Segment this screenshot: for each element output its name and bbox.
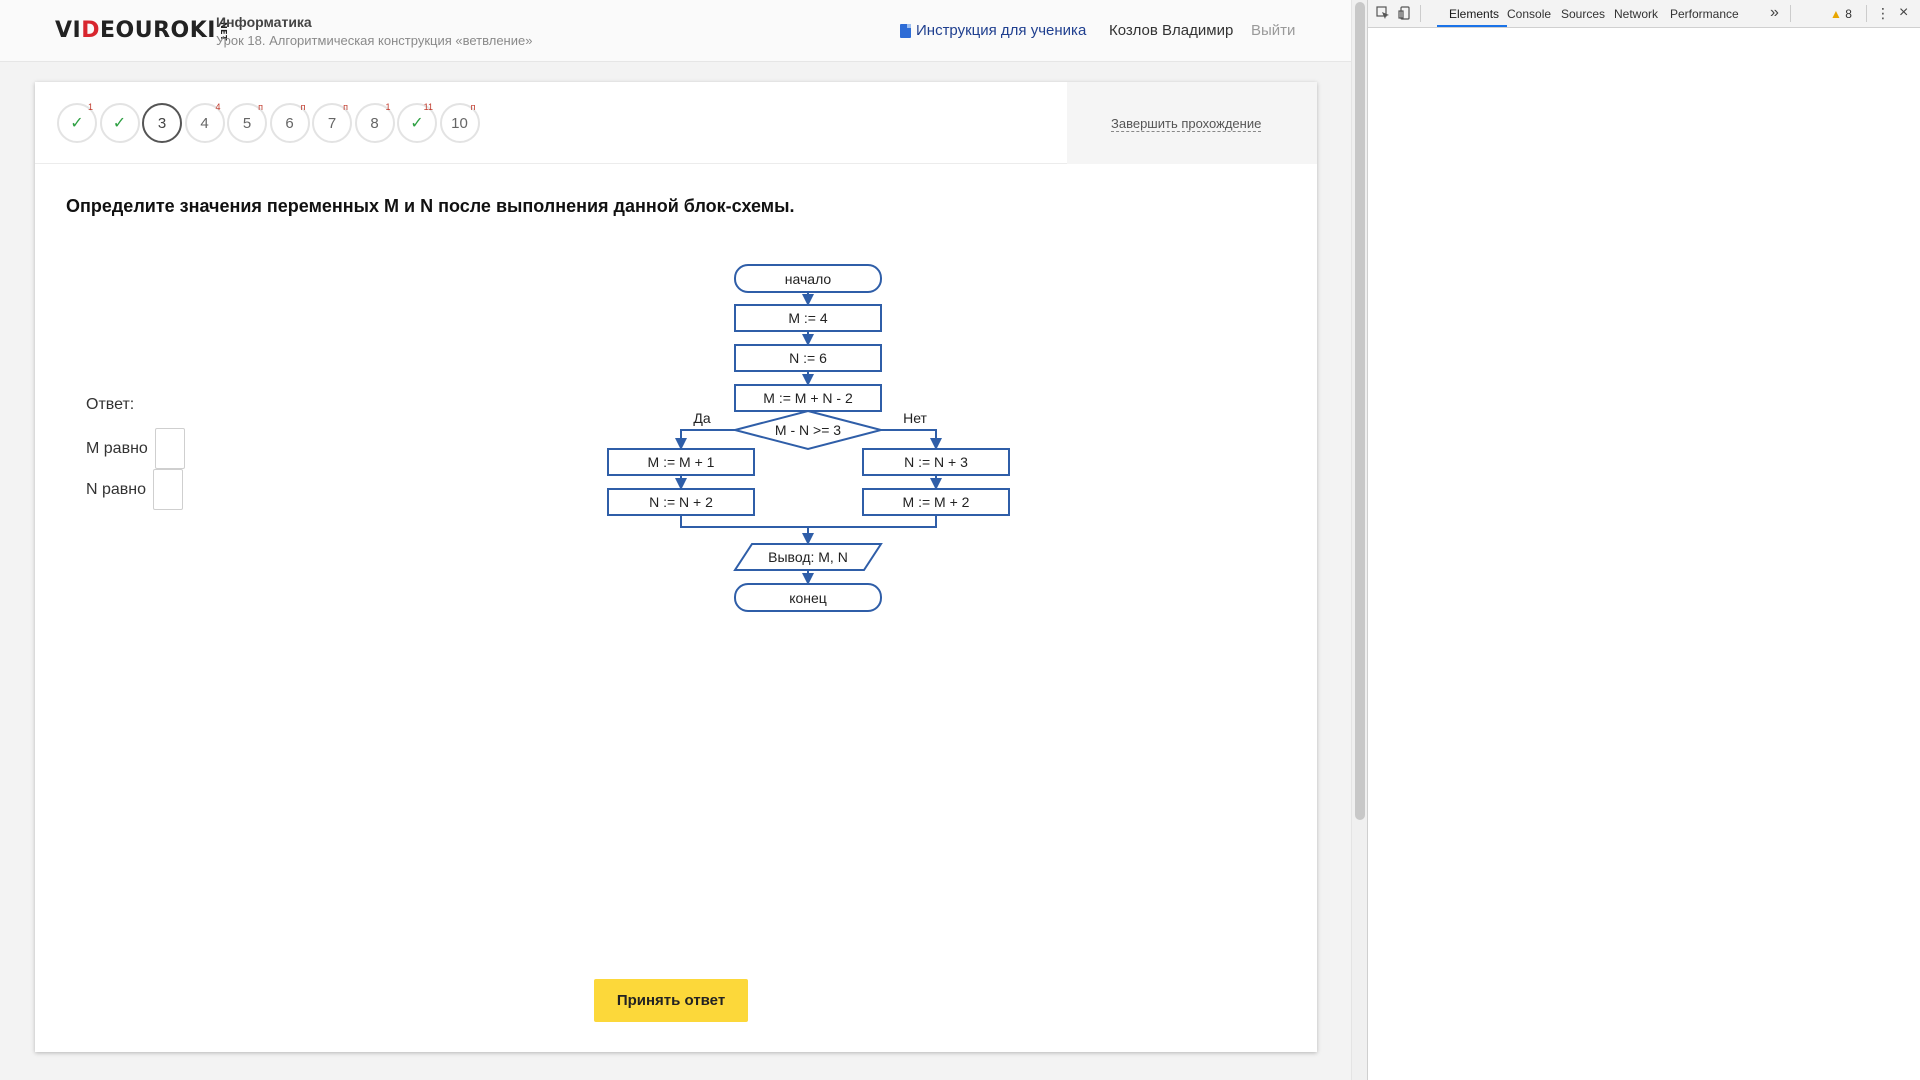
devtools-toolbar: Elements Console Sources Network Performance…: [1368, 0, 1920, 28]
toolbar-separator: [1790, 5, 1791, 22]
question-badge: п: [470, 102, 476, 112]
devtools-menu-icon[interactable]: ⋮: [1876, 5, 1890, 22]
question-nav-item[interactable]: ✓: [99, 103, 140, 143]
inspect-element-icon[interactable]: [1376, 6, 1390, 20]
course-subject: Информатика: [216, 14, 312, 30]
instructions-label: Инструкция для ученика: [916, 22, 1087, 39]
answer-label: Ответ:: [86, 396, 135, 413]
flow-no-label: Нет: [903, 410, 927, 426]
answer-m-row: М равно: [86, 428, 185, 469]
question-number: 10: [451, 114, 468, 132]
active-tab-indicator: [1437, 25, 1507, 27]
devtools-tab-elements[interactable]: Elements: [1449, 7, 1499, 21]
warnings-counter[interactable]: ▲ 8: [1830, 7, 1852, 21]
instructions-link[interactable]: Инструкция для ученика: [900, 22, 1086, 39]
flow-step2-text: N := 6: [789, 350, 827, 366]
warning-icon: ▲: [1830, 7, 1842, 21]
submit-answer-button[interactable]: Принять ответ: [594, 979, 748, 1022]
logo-text-1: VI: [55, 18, 82, 43]
document-icon: [900, 23, 911, 38]
flow-yes2-text: N := N + 2: [649, 494, 713, 510]
flow-step1-text: M := 4: [788, 310, 828, 326]
flow-start-text: начало: [785, 271, 832, 287]
question-number: 6: [285, 114, 294, 132]
question-badge: 11: [423, 102, 433, 112]
devtools-tab-performance[interactable]: Performance: [1670, 7, 1739, 21]
question-badge: 1: [87, 102, 93, 112]
question-badge: п: [343, 102, 348, 112]
scrollbar-thumb[interactable]: [1355, 2, 1365, 820]
flow-no1-text: N := N + 3: [904, 454, 968, 470]
more-tabs-icon[interactable]: »: [1770, 4, 1779, 22]
finish-test-link[interactable]: Завершить прохождение: [1111, 116, 1262, 132]
n-value-input[interactable]: [153, 469, 184, 510]
n-label: N равно: [86, 480, 147, 498]
page-scrollbar[interactable]: [1351, 0, 1367, 1080]
question-nav-item[interactable]: 3: [142, 103, 182, 143]
site-header: VIDEOUROKI NET Информатика Урок 18. Алгор…: [0, 0, 1351, 62]
devtools-tab-sources[interactable]: Sources: [1561, 7, 1605, 21]
question-number: 8: [370, 114, 379, 132]
question-navigator: ✓ 1 ✓ 3 4 4 5 п 6 п 7 п 8 1 ✓ 11 10 п Завершить прохожден…: [35, 82, 1317, 164]
user-name[interactable]: Козлов Владимир: [1109, 22, 1233, 39]
m-label: М равно: [86, 439, 148, 457]
flow-output-text: Вывод: M, N: [768, 549, 848, 565]
question-number: 4: [200, 114, 209, 132]
question-badge: 1: [385, 102, 391, 112]
devtools-tab-console[interactable]: Console: [1507, 7, 1551, 21]
logo-text-red: D: [81, 18, 100, 43]
logout-link[interactable]: Выйти: [1251, 22, 1295, 39]
flowchart: начало M := 4 N := 6 M := M + N - 2 M - …: [607, 264, 1010, 612]
check-icon: ✓: [70, 115, 84, 132]
question-text: Определите значения переменных M и N пос…: [66, 196, 795, 216]
m-value-input[interactable]: [154, 428, 185, 469]
answer-n-row: N равно: [86, 469, 184, 510]
lesson-title: Урок 18. Алгоритмическая конструкция «ве…: [216, 33, 533, 48]
close-devtools-icon[interactable]: ×: [1899, 4, 1908, 22]
warnings-count: 8: [1845, 7, 1852, 21]
question-nav-item[interactable]: 6п: [269, 102, 310, 143]
question-badge: п: [258, 102, 263, 112]
test-card: ✓ 1 ✓ 3 4 4 5 п 6 п 7 п 8 1 ✓ 11 10 п Завершить прохожден…: [35, 82, 1317, 1052]
flow-yes-label: Да: [693, 410, 710, 426]
logo-text-2: EOUROKI: [99, 18, 216, 43]
question-nav-item[interactable]: 10 п: [439, 102, 480, 143]
flow-no2-text: M := M + 2: [903, 494, 970, 510]
flow-yes1-text: M := M + 1: [648, 454, 715, 470]
device-toolbar-icon[interactable]: [1398, 6, 1412, 20]
toolbar-separator: [1420, 5, 1421, 22]
question-number: 3: [157, 114, 167, 132]
devtools-tab-network[interactable]: Network: [1614, 7, 1658, 21]
question-badge: п: [300, 102, 306, 112]
flow-step3-text: M := M + N - 2: [763, 390, 853, 406]
toolbar-separator: [1866, 5, 1867, 22]
question-number: 5: [242, 114, 252, 132]
question-nav-item[interactable]: ✓ 1: [57, 102, 97, 143]
flow-end-text: конец: [789, 590, 827, 606]
question-nav-item[interactable]: 7п: [312, 102, 352, 143]
question-badge: 4: [215, 102, 221, 112]
browser-page: VIDEOUROKI NET Информатика Урок 18. Алгор…: [0, 0, 1351, 1080]
question-nav-item[interactable]: 44: [184, 102, 225, 143]
question-nav-item[interactable]: ✓ 11: [397, 102, 437, 143]
question-nav-item[interactable]: 81: [354, 102, 395, 143]
question-number: 7: [327, 114, 337, 132]
question-nav-item[interactable]: 5п: [227, 102, 267, 143]
flow-condition-text: M - N >= 3: [775, 422, 841, 438]
site-logo[interactable]: VIDEOUROKI NET: [55, 18, 233, 43]
devtools-panel: Elements Console Sources Network Performance…: [1367, 0, 1920, 1080]
check-icon: ✓: [410, 115, 424, 132]
check-icon: ✓: [112, 115, 127, 132]
